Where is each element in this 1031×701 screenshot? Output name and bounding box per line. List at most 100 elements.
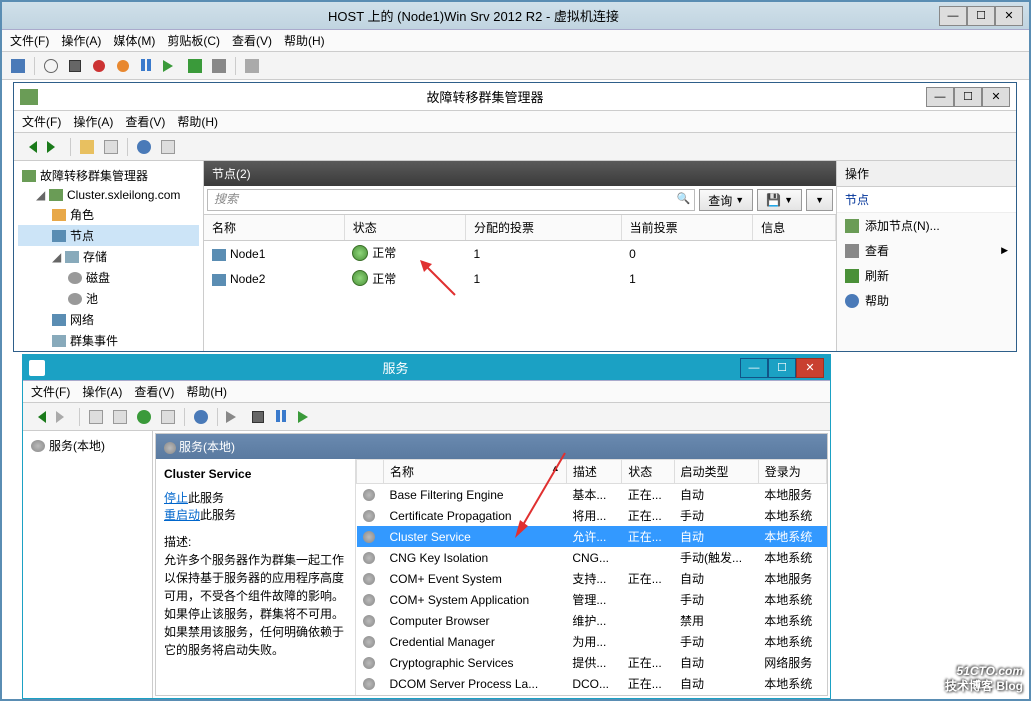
svc-tree[interactable]: 服务(本地) <box>23 431 153 698</box>
svc-menu-view[interactable]: 查看(V) <box>134 383 174 400</box>
fc-forward-icon[interactable] <box>44 137 64 157</box>
svc-menu-file[interactable]: 文件(F) <box>31 383 70 400</box>
svc-minimize-button[interactable]: — <box>740 358 768 378</box>
fc-minimize-button[interactable]: — <box>926 87 954 107</box>
action-help[interactable]: 帮助 <box>837 288 1016 313</box>
stop-link[interactable]: 停止 <box>164 491 188 505</box>
turnoff-icon[interactable] <box>65 56 85 76</box>
shutdown-icon[interactable] <box>89 56 109 76</box>
menu-media[interactable]: 媒体(M) <box>113 32 155 49</box>
expander-icon[interactable]: ◢ <box>52 250 61 264</box>
action-refresh[interactable]: 刷新 <box>837 263 1016 288</box>
svc-back-icon[interactable] <box>29 407 49 427</box>
tree-disks[interactable]: 磁盘 <box>18 267 199 288</box>
close-button[interactable]: ✕ <box>995 6 1023 26</box>
fc-menu-view[interactable]: 查看(V) <box>125 113 165 130</box>
svc-menu-help[interactable]: 帮助(H) <box>186 383 227 400</box>
menu-view[interactable]: 查看(V) <box>232 32 272 49</box>
svc-props-icon[interactable] <box>86 407 106 427</box>
fc-tree[interactable]: 故障转移群集管理器 ◢Cluster.sxleilong.com 角色 节点 ◢… <box>14 161 204 351</box>
ctrl-alt-del-icon[interactable] <box>8 56 28 76</box>
col-status[interactable]: 状态 <box>344 215 465 241</box>
fc-menu-action[interactable]: 操作(A) <box>73 113 113 130</box>
minimize-button[interactable]: — <box>939 6 967 26</box>
fc-menu-file[interactable]: 文件(F) <box>22 113 61 130</box>
svc-restart-icon[interactable] <box>296 407 316 427</box>
tree-nodes[interactable]: 节点 <box>18 225 199 246</box>
table-row[interactable]: CNG Key IsolationCNG...手动(触发...本地系统 <box>357 547 827 568</box>
col-info[interactable]: 信息 <box>753 215 836 241</box>
table-row[interactable]: DCOM Server Process La...DCO...正在...自动本地… <box>357 673 827 694</box>
table-row[interactable]: Computer Browser维护...禁用本地系统 <box>357 610 827 631</box>
fc-back-icon[interactable] <box>20 137 40 157</box>
table-row[interactable]: COM+ System Application管理...手动本地系统 <box>357 589 827 610</box>
share-icon[interactable] <box>242 56 262 76</box>
query-button[interactable]: 查询 ▼ <box>699 189 753 211</box>
svc-help-icon[interactable] <box>191 407 211 427</box>
watermark: 51CTO.com 技术博客 Blog <box>945 656 1023 693</box>
table-row[interactable]: Base Filtering Engine基本...正在...自动本地服务 <box>357 484 827 506</box>
svc-col-status[interactable]: 状态 <box>622 460 674 484</box>
maximize-button[interactable]: ☐ <box>967 6 995 26</box>
expander-icon[interactable]: ◢ <box>36 188 45 202</box>
save-icon[interactable] <box>113 56 133 76</box>
menu-action[interactable]: 操作(A) <box>61 32 101 49</box>
tree-cluster[interactable]: ◢Cluster.sxleilong.com <box>18 186 199 204</box>
fc-panel-icon[interactable] <box>158 137 178 157</box>
col-current[interactable]: 当前投票 <box>621 215 752 241</box>
more-button[interactable]: ▼ <box>806 189 833 211</box>
action-view[interactable]: 查看▶ <box>837 238 1016 263</box>
svc-col-name[interactable]: 名称 ▲ <box>384 460 567 484</box>
save-button[interactable]: 💾 ▼ <box>757 189 802 211</box>
col-assigned[interactable]: 分配的投票 <box>466 215 622 241</box>
tree-storage[interactable]: ◢存储 <box>18 246 199 267</box>
checkpoint-icon[interactable] <box>185 56 205 76</box>
tree-events[interactable]: 群集事件 <box>18 330 199 351</box>
fc-close-button[interactable]: ✕ <box>982 87 1010 107</box>
svc-pause-icon[interactable] <box>272 407 292 427</box>
network-icon <box>52 314 66 326</box>
tree-network[interactable]: 网络 <box>18 309 199 330</box>
restart-link[interactable]: 重启动 <box>164 508 200 522</box>
svc-stop-icon[interactable] <box>248 407 268 427</box>
menu-file[interactable]: 文件(F) <box>10 32 49 49</box>
table-row[interactable]: Node2正常11 <box>204 267 836 293</box>
tree-pools[interactable]: 池 <box>18 288 199 309</box>
svc-forward-icon[interactable] <box>53 407 73 427</box>
svc-close-button[interactable]: ✕ <box>796 358 824 378</box>
svc-tree-local[interactable]: 服务(本地) <box>27 435 148 456</box>
svc-export-icon[interactable] <box>110 407 130 427</box>
table-row[interactable]: Cryptographic Services提供...正在...自动网络服务 <box>357 652 827 673</box>
svc-col-startup[interactable]: 启动类型 <box>674 460 758 484</box>
svc-refresh-icon[interactable] <box>134 407 154 427</box>
svc-delete-icon[interactable] <box>158 407 178 427</box>
fc-properties-icon[interactable] <box>77 137 97 157</box>
svc-maximize-button[interactable]: ☐ <box>768 358 796 378</box>
table-row[interactable]: Credential Manager为用...手动本地系统 <box>357 631 827 652</box>
svc-grid[interactable]: 名称 ▲ 描述 状态 启动类型 登录为 Base Filtering Engin… <box>356 459 827 695</box>
start-icon[interactable] <box>41 56 61 76</box>
svc-col-logon[interactable]: 登录为 <box>758 460 826 484</box>
menu-clipboard[interactable]: 剪贴板(C) <box>167 32 220 49</box>
tree-roles[interactable]: 角色 <box>18 204 199 225</box>
fc-menu-help[interactable]: 帮助(H) <box>177 113 218 130</box>
fc-help-icon[interactable] <box>134 137 154 157</box>
tree-root[interactable]: 故障转移群集管理器 <box>18 165 199 186</box>
table-row[interactable]: Cluster Service允许...正在...自动本地系统 <box>357 526 827 547</box>
table-row[interactable]: Certificate Propagation将用...正在...手动本地系统 <box>357 505 827 526</box>
table-row[interactable]: Node1正常10 <box>204 241 836 267</box>
gear-icon <box>31 440 45 452</box>
col-name[interactable]: 名称 <box>204 215 344 241</box>
svc-col-desc[interactable]: 描述 <box>566 460 621 484</box>
svc-start-icon[interactable] <box>224 407 244 427</box>
revert-icon[interactable] <box>209 56 229 76</box>
reset-icon[interactable] <box>161 56 181 76</box>
action-add-node[interactable]: 添加节点(N)... <box>837 213 1016 238</box>
pause-icon[interactable] <box>137 56 157 76</box>
menu-help[interactable]: 帮助(H) <box>284 32 325 49</box>
svc-menu-action[interactable]: 操作(A) <box>82 383 122 400</box>
table-row[interactable]: COM+ Event System支持...正在...自动本地服务 <box>357 568 827 589</box>
fc-maximize-button[interactable]: ☐ <box>954 87 982 107</box>
search-input[interactable]: 搜索 <box>207 189 695 211</box>
fc-refresh-icon[interactable] <box>101 137 121 157</box>
